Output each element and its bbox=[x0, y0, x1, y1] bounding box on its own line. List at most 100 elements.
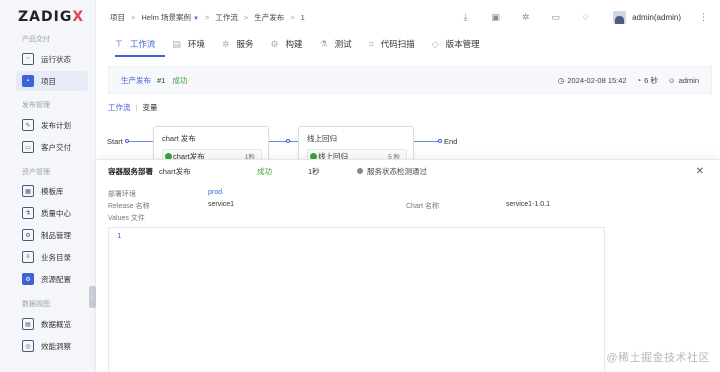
stage-regression[interactable]: 线上回归 线上回归 5 秒 bbox=[298, 126, 414, 163]
tab-test[interactable]: ⚗ 测试 bbox=[320, 38, 352, 50]
chart-value: service1-1.0.1 bbox=[506, 201, 550, 208]
env-value[interactable]: prod bbox=[208, 189, 222, 196]
top-actions: ⤓ ▣ ✲ ▭ ♢ admin(admin) ⋮ bbox=[441, 0, 708, 34]
sidebar-collapse-handle[interactable]: ‹ bbox=[89, 286, 96, 308]
insight-icon: ◎ bbox=[22, 340, 34, 352]
run-header: 生产发布 #1 成功 ◷ 2024-02-08 15:42 ◔ 6 秒 ☺ admin bbox=[108, 66, 712, 94]
detail-subtabs: 工作流 | 变量 bbox=[108, 102, 157, 113]
quality-icon: ⚗ bbox=[22, 207, 34, 219]
close-icon[interactable]: ✕ bbox=[696, 166, 704, 177]
test-icon: ⚗ bbox=[319, 38, 328, 49]
service-icon: ✲ bbox=[221, 38, 230, 49]
flow-node-dot bbox=[286, 139, 290, 143]
zadig-logo[interactable]: ZADIGX bbox=[18, 9, 84, 25]
subtab-separator: | bbox=[135, 103, 138, 112]
build-icon: ⚙ bbox=[270, 38, 279, 49]
sidebar-item-insight[interactable]: ◎ 效能洞察 bbox=[16, 336, 88, 356]
drawer-duration: 1秒 bbox=[308, 166, 320, 176]
run-creator: admin bbox=[678, 75, 699, 85]
drawer-check: 服务状态检测通过 bbox=[357, 166, 427, 177]
chart-label: Chart 名称 bbox=[406, 203, 440, 210]
stage-chart-release[interactable]: chart 发布 chart发布 1秒 bbox=[153, 126, 269, 163]
job-detail-drawer: 容器服务部署 chart发布 成功 1秒 服务状态检测通过 ✕ 部署环境 pro… bbox=[96, 159, 720, 372]
sidebar-section-assets: 资产管理 bbox=[22, 169, 50, 176]
release-value: service1 bbox=[208, 201, 235, 208]
project-icon: ▪ bbox=[22, 75, 34, 87]
docs-icon[interactable]: ▣ bbox=[490, 12, 501, 23]
sidebar-item-project[interactable]: ▪ 项目 bbox=[16, 71, 88, 91]
top-bar: 项目 > Helm 场景案例 ▼ > 工作流 > 生产发布 > 1 ⤓ ▣ ✲ ▭… bbox=[96, 0, 720, 34]
sidebar-item-release-plan[interactable]: ✎ 发布计划 bbox=[16, 115, 88, 135]
env-label: 部署环境 bbox=[108, 191, 136, 198]
subtab-workflow[interactable]: 工作流 bbox=[108, 102, 131, 113]
edit-icon: ✎ bbox=[22, 119, 34, 131]
module-tabs: ⊤ 工作流 ▤ 环境 ✲ 服务 ⚙ 构建 ⚗ 测试 ⌗ 代码扫描 ◇ 版本管理 bbox=[96, 34, 720, 54]
more-icon[interactable]: ⋮ bbox=[699, 12, 708, 23]
subtab-variables[interactable]: 变量 bbox=[142, 102, 157, 113]
tab-build[interactable]: ⚙ 构建 bbox=[270, 38, 302, 50]
sidebar-item-catalog[interactable]: ≡ 业务目录 bbox=[16, 247, 88, 267]
delivery-icon: ▭ bbox=[22, 141, 34, 153]
breadcrumb-projects[interactable]: 项目 bbox=[110, 12, 125, 23]
watermark: @稀土掘金技术社区 bbox=[606, 352, 710, 364]
sidebar-item-templates[interactable]: ▦ 模板库 bbox=[16, 181, 88, 201]
values-label: Values 文件 bbox=[108, 215, 145, 222]
catalog-icon: ≡ bbox=[22, 251, 34, 263]
sidebar-item-artifacts[interactable]: ⚙ 制品管理 bbox=[16, 225, 88, 245]
run-number: #1 bbox=[157, 75, 166, 85]
user-icon: ☺ bbox=[667, 75, 676, 85]
sidebar-item-resources[interactable]: ⚙ 资源配置 bbox=[16, 269, 88, 289]
drawer-header: 容器服务部署 chart发布 成功 1秒 服务状态检测通过 ✕ bbox=[108, 160, 708, 182]
version-icon: ◇ bbox=[431, 38, 439, 49]
breadcrumb-separator: > bbox=[131, 12, 136, 22]
breadcrumb-separator: > bbox=[204, 12, 210, 22]
workflow-icon: ⊤ bbox=[115, 38, 123, 49]
tab-workflow[interactable]: ⊤ 工作流 bbox=[115, 38, 155, 50]
tab-service[interactable]: ✲ 服务 bbox=[222, 38, 254, 50]
flow-connector bbox=[414, 141, 440, 142]
template-icon: ▦ bbox=[22, 185, 34, 197]
chevron-left-icon: ‹ bbox=[91, 294, 94, 300]
breadcrumb-separator: > bbox=[243, 12, 249, 22]
run-time: 2024-02-08 15:42 bbox=[567, 75, 627, 85]
resource-icon: ⚙ bbox=[22, 273, 34, 285]
sidebar-item-quality[interactable]: ⚗ 质量中心 bbox=[16, 203, 88, 223]
screen-icon[interactable]: ▭ bbox=[550, 12, 561, 23]
drawer-title: 容器服务部署 bbox=[108, 166, 153, 176]
active-tab-indicator bbox=[115, 55, 165, 57]
run-meta: ◷ 2024-02-08 15:42 ◔ 6 秒 ☺ admin bbox=[548, 67, 699, 93]
breadcrumb-workflow[interactable]: 工作流 bbox=[215, 12, 238, 23]
user-name[interactable]: admin(admin) bbox=[632, 13, 681, 22]
plugin-icon[interactable]: ✲ bbox=[520, 12, 531, 23]
breadcrumb-project[interactable]: Helm 场景案例 ▼ bbox=[141, 12, 199, 23]
clock-icon: ◷ bbox=[557, 75, 565, 85]
download-icon[interactable]: ⤓ bbox=[460, 12, 471, 23]
run-workflow-name[interactable]: 生产发布 bbox=[121, 75, 151, 86]
flow-start-label: Start bbox=[107, 137, 123, 146]
run-duration: 6 秒 bbox=[644, 75, 658, 85]
sidebar-section-delivery: 产品交付 bbox=[22, 36, 50, 43]
run-status: 成功 bbox=[172, 75, 188, 85]
info-icon bbox=[357, 168, 363, 174]
tab-environment[interactable]: ▤ 环境 bbox=[172, 38, 205, 50]
tab-version[interactable]: ◇ 版本管理 bbox=[432, 38, 480, 50]
avatar[interactable] bbox=[613, 10, 627, 24]
breadcrumb-separator: > bbox=[290, 12, 295, 22]
drawer-status: 成功 bbox=[257, 166, 272, 176]
flow-connector bbox=[269, 141, 298, 142]
sidebar: ZADIGX 产品交付 ~ 运行状态 ▪ 项目 发布管理 ✎ 发布计划 ▭ 客户交付 资… bbox=[0, 0, 96, 372]
bell-icon[interactable]: ♢ bbox=[580, 12, 591, 23]
tab-code-scan[interactable]: ⌗ 代码扫描 bbox=[369, 38, 415, 50]
breadcrumb-workflow-name[interactable]: 生产发布 bbox=[254, 12, 284, 23]
artifact-icon: ⚙ bbox=[22, 229, 34, 241]
stage-title: chart 发布 bbox=[162, 134, 196, 143]
flow-node-dot bbox=[438, 139, 442, 143]
flow-connector bbox=[129, 141, 153, 142]
sidebar-item-delivery[interactable]: ▭ 客户交付 bbox=[16, 137, 88, 157]
sidebar-item-status[interactable]: ~ 运行状态 bbox=[16, 49, 88, 69]
breadcrumb-run-number: 1 bbox=[300, 12, 305, 22]
values-editor[interactable]: 1 bbox=[108, 227, 605, 372]
sidebar-section-release: 发布管理 bbox=[22, 102, 50, 109]
release-label: Release 名称 bbox=[108, 203, 150, 210]
sidebar-item-overview[interactable]: ▤ 数据概览 bbox=[16, 314, 88, 334]
